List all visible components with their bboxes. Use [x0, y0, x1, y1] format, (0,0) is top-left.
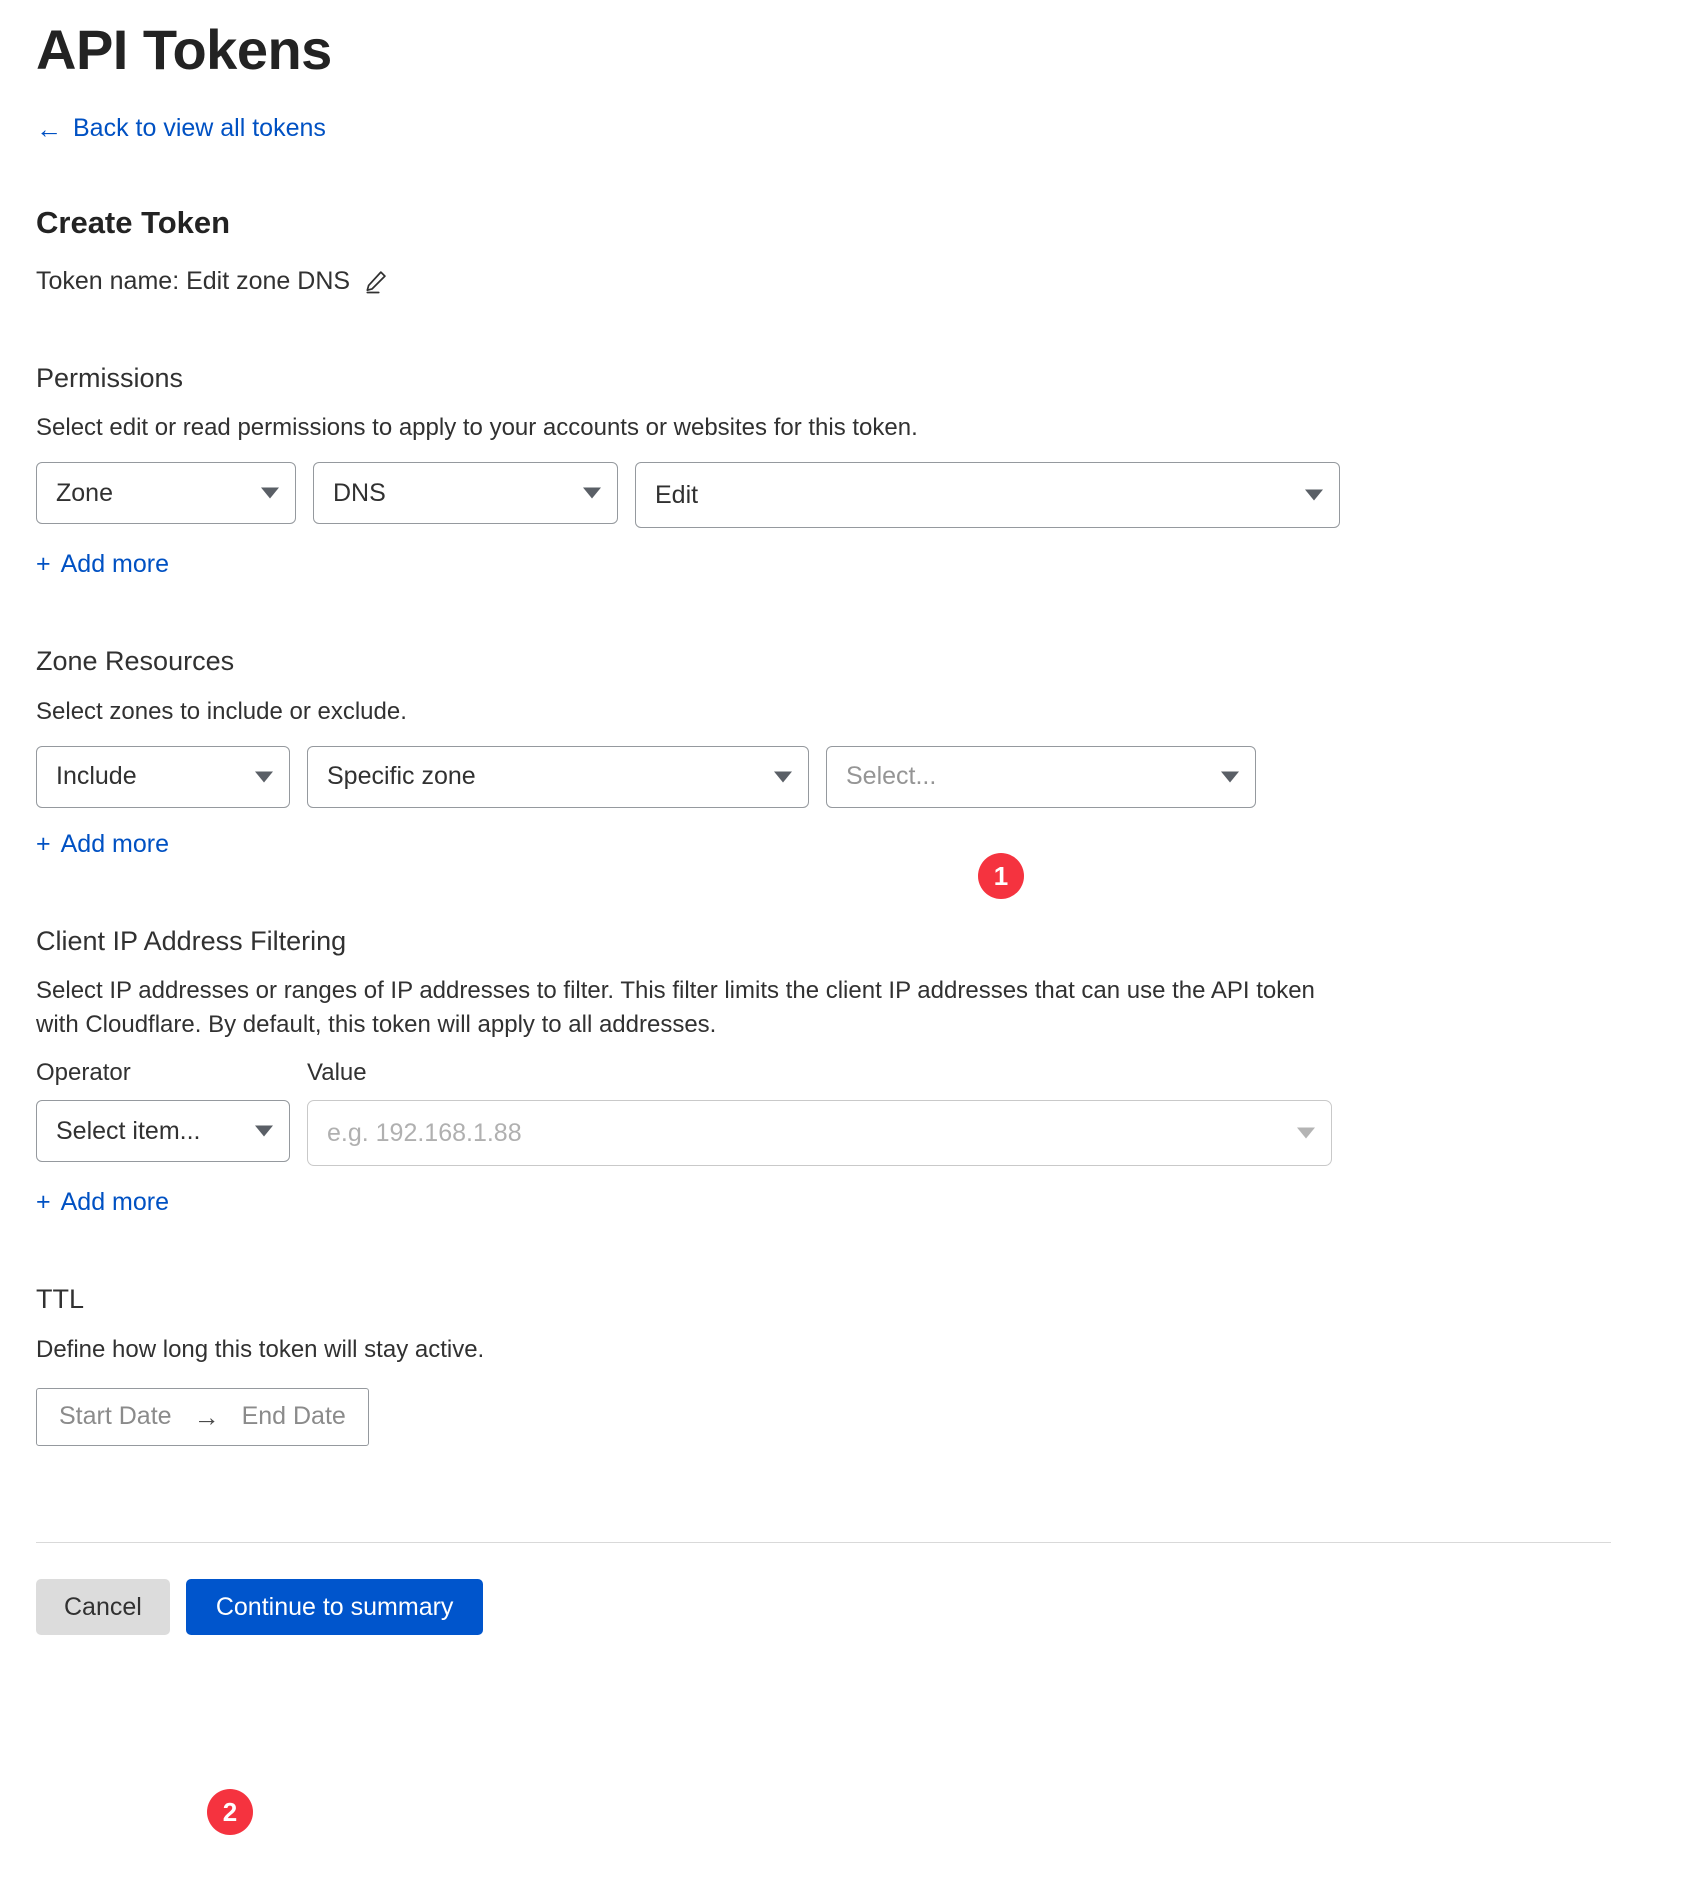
ttl-description: Define how long this token will stay act…	[36, 1335, 485, 1363]
continue-to-summary-button[interactable]: Continue to summary	[185, 1579, 484, 1636]
permissions-title: Permissions	[36, 362, 184, 393]
create-token-section: Create Token Token name: Edit zone DNS	[36, 205, 1672, 296]
step-badge-2: 2	[207, 1789, 253, 1835]
zone-resources-description: Select zones to include or exclude.	[36, 697, 407, 725]
plus-icon: +	[36, 1188, 51, 1217]
ip-field-labels: Operator Value	[36, 1059, 1672, 1087]
permission-access-value: Edit	[655, 480, 699, 509]
zone-resources-add-more-label: Add more	[60, 829, 169, 858]
zone-resources-add-more-link[interactable]: + Add more	[36, 830, 169, 859]
permission-access-select[interactable]: Edit	[635, 462, 1340, 529]
ip-value-placeholder: e.g. 192.168.1.88	[327, 1118, 522, 1147]
zone-select[interactable]: Select...	[826, 745, 1256, 808]
footer-divider	[36, 1541, 1611, 1544]
ttl-date-range-picker[interactable]: Start Date → End Date	[36, 1387, 369, 1446]
cancel-button[interactable]: Cancel	[36, 1579, 170, 1636]
permission-resource-group-select[interactable]: Zone	[36, 462, 296, 525]
zone-resources-row: Include Specific zone Select...	[36, 745, 1672, 808]
chevron-down-icon	[261, 487, 279, 499]
right-arrow-icon: →	[193, 1401, 220, 1432]
zone-resources-section: Zone Resources Select zones to include o…	[36, 645, 1672, 858]
permissions-description: Select edit or read permissions to apply…	[36, 414, 918, 442]
ip-filter-row: Select item... e.g. 192.168.1.88	[36, 1100, 1672, 1167]
permissions-add-more-link[interactable]: + Add more	[36, 550, 169, 579]
value-label: Value	[307, 1059, 367, 1087]
chevron-down-icon	[255, 771, 273, 783]
pencil-icon[interactable]	[363, 268, 389, 294]
client-ip-filtering-title: Client IP Address Filtering	[36, 925, 347, 956]
client-ip-filtering-section: Client IP Address Filtering Select IP ad…	[36, 925, 1672, 1218]
create-token-page: API Tokens ← Back to view all tokens Cre…	[0, 0, 1708, 1892]
ip-filtering-add-more-label: Add more	[60, 1188, 169, 1217]
plus-icon: +	[36, 829, 51, 858]
chevron-down-icon	[1297, 1127, 1315, 1139]
permissions-row: Zone DNS Edit	[36, 462, 1672, 529]
zone-inclusion-select[interactable]: Include	[36, 745, 290, 808]
permission-resource-value: DNS	[333, 478, 386, 507]
ip-operator-select[interactable]: Select item...	[36, 1100, 290, 1163]
client-ip-filtering-description: Select IP addresses or ranges of IP addr…	[36, 976, 1315, 1039]
ttl-title: TTL	[36, 1284, 85, 1315]
zone-scope-select[interactable]: Specific zone	[307, 745, 809, 808]
step-badge-1: 1	[978, 853, 1024, 899]
plus-icon: +	[36, 550, 51, 579]
left-arrow-icon: ←	[36, 113, 62, 144]
ttl-start-date[interactable]: Start Date	[59, 1402, 172, 1431]
back-to-all-tokens-link[interactable]: ← Back to view all tokens	[36, 114, 326, 143]
chevron-down-icon	[1305, 489, 1323, 501]
chevron-down-icon	[255, 1125, 273, 1137]
back-link-label: Back to view all tokens	[73, 114, 326, 142]
footer-actions: Cancel Continue to summary	[36, 1579, 1672, 1636]
page-title: API Tokens	[36, 18, 332, 81]
permissions-section: Permissions Select edit or read permissi…	[36, 362, 1672, 579]
ttl-section: TTL Define how long this token will stay…	[36, 1283, 1672, 1446]
permission-resource-select[interactable]: DNS	[313, 462, 618, 525]
ip-operator-value: Select item...	[56, 1116, 201, 1145]
token-name-label: Token name: Edit zone DNS	[36, 266, 351, 295]
chevron-down-icon	[774, 771, 792, 783]
zone-scope-value: Specific zone	[327, 762, 476, 791]
zone-select-placeholder: Select...	[846, 762, 937, 791]
ip-value-input[interactable]: e.g. 192.168.1.88	[307, 1100, 1332, 1167]
token-name-row: Token name: Edit zone DNS	[36, 267, 1672, 296]
permission-resource-group-value: Zone	[56, 478, 113, 507]
operator-label: Operator	[36, 1059, 131, 1087]
zone-resources-title: Zone Resources	[36, 646, 235, 677]
ip-filtering-add-more-link[interactable]: + Add more	[36, 1188, 169, 1217]
permissions-add-more-label: Add more	[60, 550, 169, 579]
zone-inclusion-value: Include	[56, 762, 137, 791]
ttl-end-date[interactable]: End Date	[242, 1402, 346, 1431]
chevron-down-icon	[583, 487, 601, 499]
create-token-heading: Create Token	[36, 205, 231, 240]
chevron-down-icon	[1221, 771, 1239, 783]
